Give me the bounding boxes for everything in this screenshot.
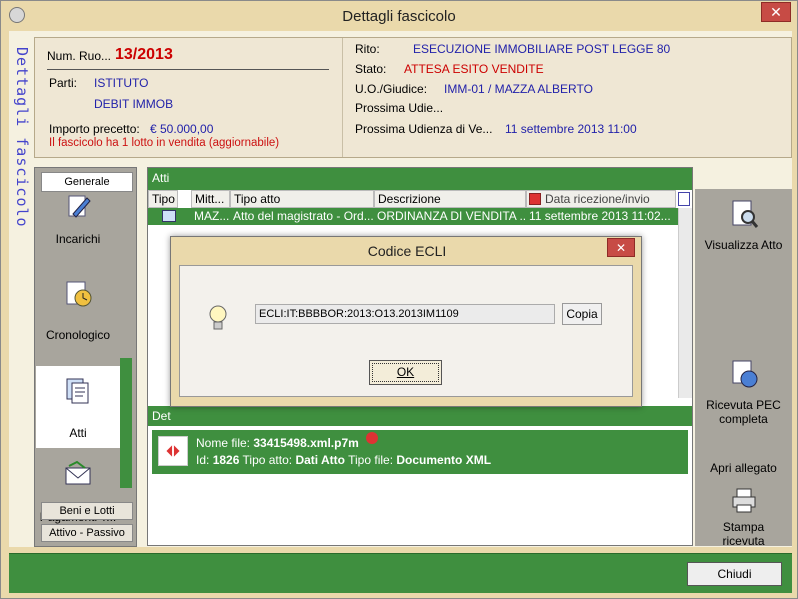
left-navigation: Generale Incarichi Cronologico Atti Paga…	[34, 167, 137, 547]
uo-value: IMM-01 / MAZZA ALBERTO	[444, 82, 593, 96]
clock-document-icon	[732, 360, 757, 388]
lotto-note: Il fascicolo ha 1 lotto in vendita (aggi…	[49, 137, 280, 149]
atti-scrollbar[interactable]	[678, 208, 692, 398]
nav-item-incarichi[interactable]: Incarichi	[36, 192, 120, 254]
importo-value: € 50.000,00	[150, 122, 214, 136]
column-header-mittente[interactable]: Mitt...	[191, 190, 230, 208]
attivo-passivo-button[interactable]: Attivo - Passivo	[41, 524, 133, 542]
stampa-ricevuta-label-2: ricevuta	[722, 534, 765, 548]
stampa-ricevuta-label-1: Stampa	[722, 520, 765, 534]
ricevuta-pec-label-1: Ricevuta PEC	[706, 398, 781, 412]
signature-icon	[366, 432, 378, 444]
column-chooser-icon[interactable]	[678, 192, 690, 206]
prossima-udie-label: Prossima Udie...	[355, 101, 444, 115]
importo-label: Importo precetto:	[49, 122, 140, 136]
atto-type-icon	[162, 210, 176, 222]
stampa-ricevuta-button[interactable]: Stampa ricevuta	[695, 485, 792, 548]
cell-tipo-atto: Atto del magistrato - Ord...	[233, 209, 374, 223]
apri-allegato-button[interactable]: Apri allegato	[695, 461, 792, 475]
ricevuta-pec-label-2: completa	[719, 412, 768, 426]
prossima-udienza-label: Prossima Udienza di Ve...	[355, 122, 493, 136]
nav-item-atti[interactable]: Atti	[36, 366, 120, 448]
case-header: Num. Ruo... 13/2013 Parti: ISTITUTO DEBI…	[34, 37, 792, 158]
envelope-icon	[65, 460, 91, 485]
right-action-panel: Visualizza Atto Ricevuta PEC completa Ap…	[695, 189, 792, 548]
prossima-udienza-value: 11 settembre 2013 11:00	[505, 122, 637, 136]
num-ruolo-label: Num. Ruo...	[47, 49, 112, 63]
parti-label: Parti:	[49, 76, 78, 90]
detail-file-line: Nome file: 33415498.xml.p7m	[196, 436, 359, 450]
stato-value: ATTESA ESITO VENDITE	[404, 62, 544, 76]
chiudi-button[interactable]: Chiudi	[687, 562, 782, 586]
visualizza-atto-button[interactable]: Visualizza Atto	[695, 199, 792, 252]
column-header-tipo[interactable]: Tipo	[148, 190, 178, 208]
column-header-tipo-atto[interactable]: Tipo atto	[230, 190, 374, 208]
footer-bar: Chiudi	[9, 553, 792, 593]
ecli-code-field[interactable]: ECLI:IT:BBBBOR:2013:O13.2013IM1109	[255, 304, 555, 324]
cell-descrizione: ORDINANZA DI VENDITA ...	[377, 209, 526, 223]
beni-lotti-button[interactable]: Beni e Lotti	[41, 502, 133, 520]
detail-tipofile-label: Tipo file:	[348, 453, 394, 467]
detail-file-label: Nome file:	[196, 436, 251, 450]
window-close-button[interactable]: ✕	[761, 2, 791, 22]
nav-item-label: Cronologico	[45, 328, 111, 342]
details-header: Det	[148, 406, 692, 426]
visualizza-atto-label: Visualizza Atto	[704, 238, 783, 252]
pencil-document-icon	[68, 195, 91, 218]
atti-header: Atti	[148, 168, 692, 190]
ecli-dialog: Codice ECLI ✕ ECLI:IT:BBBBOR:2013:O13.20…	[170, 236, 642, 407]
detail-id-label: Id:	[196, 453, 210, 467]
uo-label: U.O./Giudice:	[355, 82, 428, 96]
window-title: Dettagli fascicolo	[342, 8, 456, 25]
xml-file-icon	[158, 436, 188, 466]
cell-mittente: MAZ...	[194, 209, 230, 223]
ricevuta-pec-button[interactable]: Ricevuta PEC completa	[695, 359, 792, 426]
magnifier-document-icon	[732, 200, 758, 228]
detail-tipo-label: Tipo atto:	[242, 453, 293, 467]
nav-item-cronologico[interactable]: Cronologico	[36, 268, 120, 350]
rito-label: Rito:	[355, 42, 380, 56]
stato-label: Stato:	[355, 62, 387, 76]
dialog-title: Codice ECLI	[367, 243, 447, 259]
printer-icon	[732, 488, 755, 513]
dialog-close-button[interactable]: ✕	[607, 238, 635, 257]
table-row[interactable]: MAZ... Atto del magistrato - Ord... ORDI…	[148, 208, 678, 225]
clock-document-icon	[66, 281, 92, 307]
detail-file-value: 33415498.xml.p7m	[253, 436, 359, 450]
tab-generale[interactable]: Generale	[41, 172, 133, 192]
side-vertical-label: Dettagli fascicolo	[13, 47, 31, 228]
nav-item-label: Atti	[69, 426, 87, 440]
dialog-body: ECLI:IT:BBBBOR:2013:O13.2013IM1109 Copia…	[179, 265, 633, 397]
nav-item-label: Incarichi	[55, 232, 101, 246]
parti-line-2: DEBIT IMMOB	[94, 97, 174, 111]
left-nav-green-strip	[120, 358, 132, 488]
column-header-descrizione[interactable]: Descrizione	[374, 190, 526, 208]
title-bar: Dettagli fascicolo ✕	[1, 1, 797, 31]
apri-allegato-label: Apri allegato	[710, 461, 777, 475]
header-vertical-separator	[342, 38, 343, 157]
list-item[interactable]: Nome file: 33415498.xml.p7m Id: 1826 Tip…	[152, 430, 688, 474]
detail-info-line: Id: 1826 Tipo atto: Dati Atto Tipo file:…	[196, 453, 491, 467]
copia-button[interactable]: Copia	[562, 303, 602, 325]
lightbulb-icon	[209, 305, 227, 330]
num-ruolo-value: 13/2013	[115, 46, 173, 63]
rito-value: ESECUZIONE IMMOBILIARE POST LEGGE 80	[413, 42, 671, 56]
documents-icon	[66, 378, 89, 404]
column-header-data[interactable]: Data ricezione/invio	[526, 190, 676, 208]
detail-tipo-value: Dati Atto	[295, 453, 345, 467]
detail-tipofile-value: Documento XML	[396, 453, 492, 467]
parti-line-1: ISTITUTO	[94, 76, 149, 90]
ok-button[interactable]: OK	[369, 360, 442, 385]
detail-id-value: 1826	[212, 453, 240, 467]
header-divider	[47, 69, 329, 70]
house-icon	[529, 193, 541, 205]
cell-data: 11 settembre 2013 11:02...	[529, 209, 671, 223]
